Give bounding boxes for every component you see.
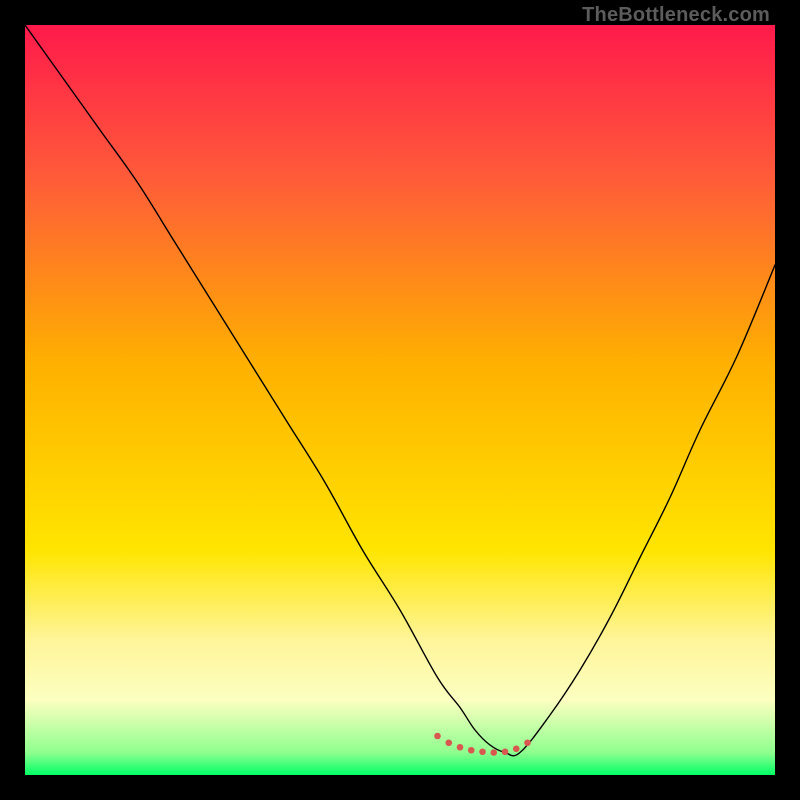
optimal-marker: [445, 739, 452, 746]
optimal-marker: [502, 748, 509, 755]
chart-plot: [25, 25, 775, 775]
gradient-background: [25, 25, 775, 775]
optimal-marker: [479, 748, 486, 755]
watermark-label: TheBottleneck.com: [582, 4, 770, 27]
chart-frame: TheBottleneck.com: [0, 0, 800, 800]
optimal-marker: [524, 739, 531, 746]
optimal-marker: [490, 749, 497, 756]
optimal-marker: [457, 744, 464, 751]
optimal-marker: [434, 733, 441, 740]
optimal-marker: [468, 747, 475, 754]
optimal-marker: [513, 745, 520, 752]
